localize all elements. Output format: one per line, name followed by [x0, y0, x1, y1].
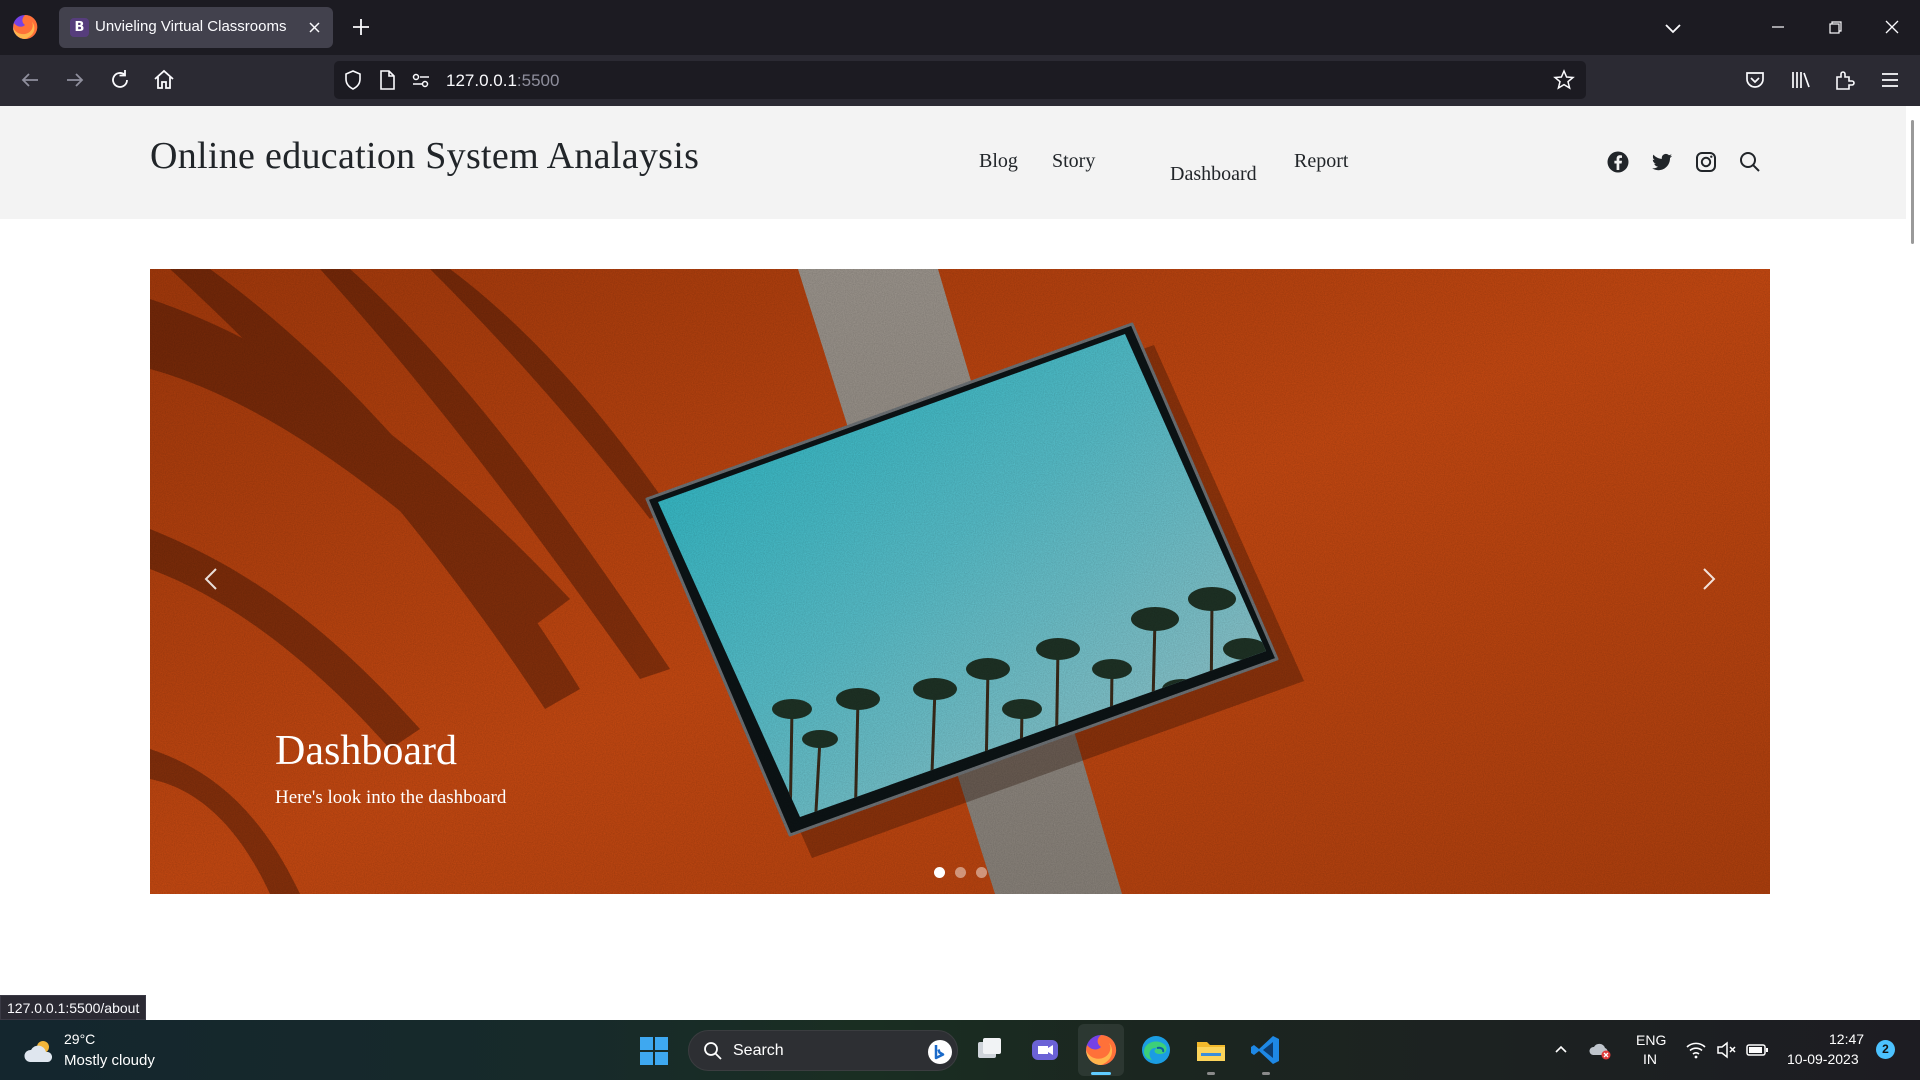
search-icon [704, 1042, 722, 1060]
vscode-running-indicator [1262, 1072, 1270, 1075]
carousel-caption-title: Dashboard [275, 728, 457, 774]
scrollbar-thumb[interactable] [1911, 120, 1914, 244]
taskbar: 29°C Mostly cloudy Search ENG IN 12:47 1… [0, 1020, 1920, 1080]
carousel-next-icon[interactable] [1688, 559, 1728, 599]
nav-link-dashboard[interactable]: Dashboard [1170, 163, 1257, 186]
input-region[interactable]: IN [1643, 1051, 1657, 1067]
nav-link-blog[interactable]: Blog [979, 150, 1018, 173]
carousel-indicator-1[interactable] [933, 867, 945, 878]
firefox-active-indicator [1091, 1072, 1111, 1075]
reload-icon[interactable] [106, 66, 134, 94]
facebook-icon[interactable] [1606, 150, 1630, 174]
battery-icon[interactable] [1745, 1039, 1769, 1061]
carousel-prev-icon[interactable] [192, 559, 232, 599]
onedrive-error-icon[interactable] [1588, 1038, 1612, 1062]
restore-icon[interactable] [1823, 15, 1847, 39]
active-tab[interactable]: B Unvieling Virtual Classrooms [59, 7, 333, 48]
web-page: Online education System Analaysis Blog S… [0, 106, 1906, 1020]
edge-icon[interactable] [1138, 1032, 1174, 1068]
site-title[interactable]: Online education System Analaysis [150, 134, 699, 178]
instagram-icon[interactable] [1694, 150, 1718, 174]
tab-favicon: B [70, 18, 89, 37]
firefox-icon[interactable] [1083, 1032, 1119, 1068]
volume-muted-icon[interactable] [1715, 1039, 1737, 1061]
nav-link-report[interactable]: Report [1294, 150, 1348, 173]
site-header: Online education System Analaysis Blog S… [0, 106, 1906, 219]
forward-icon[interactable] [61, 66, 89, 94]
bookmark-star-icon[interactable] [1553, 69, 1575, 91]
clock-date[interactable]: 10-09-2023 [1787, 1051, 1859, 1067]
page-scrollbar[interactable] [1906, 106, 1920, 1020]
explorer-running-indicator [1207, 1072, 1215, 1075]
firefox-icon[interactable] [12, 14, 38, 40]
pocket-icon[interactable] [1741, 66, 1769, 94]
task-view-icon[interactable] [972, 1032, 1008, 1068]
chevron-up-icon[interactable] [1552, 1041, 1570, 1059]
wifi-icon[interactable] [1685, 1039, 1707, 1061]
hero-carousel[interactable]: Dashboard Here's look into the dashboard [150, 269, 1770, 894]
url-text[interactable]: 127.0.0.1:5500 [446, 71, 559, 91]
cloudy-weather-icon[interactable] [22, 1038, 56, 1066]
extensions-icon[interactable] [1831, 66, 1859, 94]
chevron-down-icon[interactable] [1662, 17, 1684, 39]
windows-start-icon[interactable] [639, 1036, 669, 1066]
permissions-icon[interactable] [410, 69, 432, 91]
home-icon[interactable] [150, 66, 178, 94]
browser-tab-bar: B Unvieling Virtual Classrooms [0, 0, 1920, 55]
close-tab-icon[interactable] [306, 19, 323, 36]
page-icon[interactable] [376, 69, 398, 91]
vscode-icon[interactable] [1248, 1032, 1284, 1068]
bing-icon[interactable] [927, 1039, 953, 1065]
library-icon[interactable] [1786, 66, 1814, 94]
teams-chat-icon[interactable] [1027, 1032, 1063, 1068]
carousel-indicators [150, 867, 1770, 879]
new-tab-icon[interactable] [350, 16, 372, 38]
status-link-preview: 127.0.0.1:5500/about [0, 995, 147, 1020]
notification-badge[interactable]: 2 [1876, 1040, 1895, 1059]
minimize-icon[interactable] [1766, 15, 1790, 39]
nav-link-story[interactable]: Story [1052, 150, 1095, 173]
tab-title: Unvieling Virtual Classrooms [95, 18, 287, 35]
shield-icon[interactable] [342, 69, 364, 91]
search-icon[interactable] [1738, 150, 1762, 174]
menu-icon[interactable] [1876, 66, 1904, 94]
carousel-caption-text: Here's look into the dashboard [275, 787, 507, 808]
twitter-icon[interactable] [1650, 150, 1674, 174]
url-bar[interactable]: 127.0.0.1:5500 [334, 61, 1586, 99]
taskbar-search-box[interactable]: Search [688, 1030, 958, 1071]
back-icon[interactable] [16, 66, 44, 94]
weather-temperature[interactable]: 29°C [64, 1031, 95, 1047]
search-label: Search [733, 1042, 784, 1059]
carousel-indicator-3[interactable] [975, 867, 987, 878]
input-language[interactable]: ENG [1636, 1032, 1666, 1048]
clock-time[interactable]: 12:47 [1829, 1031, 1864, 1047]
browser-toolbar: 127.0.0.1:5500 [0, 55, 1920, 106]
close-window-icon[interactable] [1880, 15, 1904, 39]
file-explorer-icon[interactable] [1193, 1032, 1229, 1068]
carousel-indicator-2[interactable] [954, 867, 966, 878]
weather-description[interactable]: Mostly cloudy [64, 1052, 155, 1069]
